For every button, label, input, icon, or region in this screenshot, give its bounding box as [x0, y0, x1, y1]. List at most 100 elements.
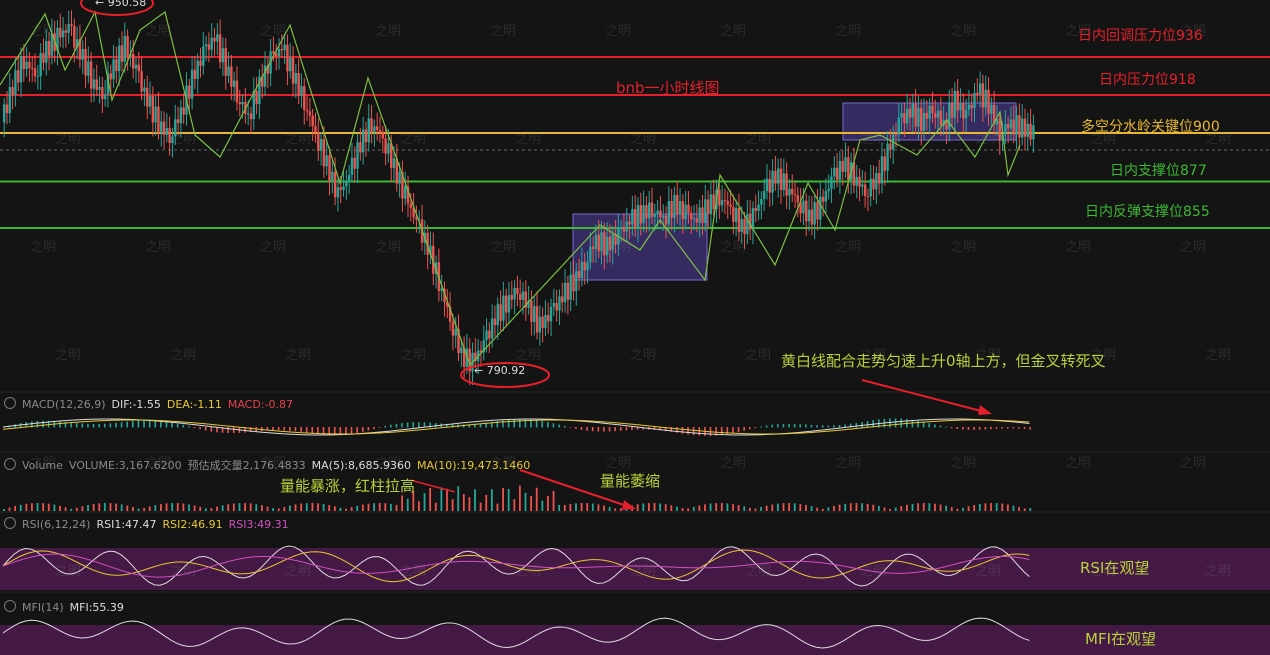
- candle-body: [785, 173, 788, 196]
- macd-bar: [188, 426, 190, 428]
- annotation-arrow: [409, 479, 456, 493]
- candle-body: [31, 67, 34, 69]
- candle-body: [631, 209, 634, 225]
- watermark-text: 之明: [145, 24, 172, 39]
- candle-body: [230, 66, 233, 87]
- candle-body: [956, 90, 959, 111]
- candle-body: [3, 104, 6, 123]
- volume-bar: [423, 493, 426, 511]
- volume-bar: [760, 507, 762, 511]
- volume-bar: [188, 504, 190, 511]
- candle-body: [841, 160, 844, 172]
- volume-bar: [692, 506, 695, 511]
- volume-bar: [283, 506, 286, 511]
- candle-body: [112, 59, 115, 80]
- candle-body: [1029, 123, 1032, 140]
- mfi-value: MFI:55.39: [69, 601, 124, 614]
- macd-bar: [182, 424, 185, 428]
- candle-body: [802, 200, 805, 214]
- macd-bar: [143, 420, 145, 428]
- candle-body: [109, 73, 112, 80]
- volume-bar: [636, 504, 639, 511]
- watermark-text: 之明: [975, 564, 1002, 579]
- macd-bar: [547, 421, 549, 428]
- volume-bar: [238, 503, 241, 511]
- candle-body: [303, 86, 306, 110]
- volume-header[interactable]: Volume VOLUME:3,167.6200 预估成交量2,176.4833 MA…: [4, 457, 536, 473]
- candle-body: [577, 271, 581, 279]
- candle-body: [359, 142, 362, 153]
- volume-pred: 预估成交量2,176.4833: [187, 459, 306, 472]
- candle-body: [207, 44, 211, 50]
- volume-bar: [255, 504, 258, 511]
- candle-body: [976, 92, 979, 95]
- macd-bar: [805, 424, 807, 428]
- volume-bar: [384, 503, 387, 511]
- mfi-header[interactable]: MFI(14) MFI:55.39: [4, 600, 130, 614]
- candle-body: [670, 201, 673, 218]
- macd-bar: [541, 420, 544, 428]
- watermark-text: 之明: [285, 132, 312, 147]
- volume-bar: [339, 507, 342, 511]
- macd-bar: [939, 425, 942, 428]
- macd-bar: [199, 427, 201, 430]
- candle-body: [706, 199, 710, 215]
- watermark-text: 之明: [30, 24, 57, 39]
- watermark-text: 之明: [720, 240, 747, 255]
- watermark-text: 之明: [835, 24, 862, 39]
- volume-bar: [137, 508, 140, 511]
- macd-bar: [75, 423, 78, 428]
- arrowhead: [978, 405, 992, 415]
- candle-body: [490, 318, 494, 339]
- volume-bar: [911, 503, 914, 511]
- candle-body: [594, 234, 598, 250]
- volume-bar: [608, 506, 611, 511]
- macd-header[interactable]: MACD(12,26,9) DIF:-1.55 DEA:-1.11 MACD:-0.8…: [4, 397, 299, 411]
- volume-bar: [765, 505, 768, 511]
- watermark-text: 之明: [1205, 564, 1232, 579]
- candle-body: [740, 219, 743, 232]
- candle-body: [934, 113, 937, 118]
- candle-body: [507, 295, 511, 313]
- candle-body: [210, 37, 213, 50]
- rsi-header[interactable]: RSI(6,12,24) RSI1:47.47 RSI2:46.91 RSI3:49.…: [4, 517, 295, 531]
- candle-body: [1004, 123, 1007, 135]
- volume-bar: [889, 508, 891, 511]
- macd-bar: [558, 424, 560, 428]
- volume-bar: [31, 503, 33, 511]
- level-label-900: 多空分水岭关键位900: [1081, 119, 1220, 135]
- candle-body: [737, 208, 741, 232]
- candle-body: [39, 53, 42, 76]
- candle-body: [636, 205, 640, 228]
- watermark-text: 之明: [170, 564, 197, 579]
- bell-icon[interactable]: [4, 517, 16, 529]
- volume-bar: [642, 503, 645, 511]
- candle-body: [182, 107, 185, 115]
- candle-body: [381, 132, 384, 139]
- candle-body: [454, 329, 457, 336]
- volume-bar: [743, 506, 746, 511]
- bell-icon[interactable]: [4, 458, 16, 470]
- volume-bar: [934, 503, 936, 511]
- bell-icon[interactable]: [4, 600, 16, 612]
- candle-body: [499, 304, 502, 321]
- candle-body: [235, 80, 239, 103]
- candle-body: [87, 61, 90, 76]
- macd-bar: [855, 422, 858, 428]
- candle-body: [81, 48, 84, 60]
- candle-body: [774, 170, 777, 184]
- volume-bar: [990, 503, 992, 511]
- watermark-text: 之明: [1065, 240, 1092, 255]
- candle-body: [460, 347, 463, 354]
- candle-body: [583, 262, 586, 271]
- candle-body: [519, 294, 522, 300]
- candle-body: [308, 111, 312, 116]
- macd-bar: [81, 423, 84, 428]
- macd-bar: [378, 427, 381, 428]
- candle-body: [538, 316, 542, 333]
- bell-icon[interactable]: [4, 397, 16, 409]
- volume-bar: [406, 498, 409, 511]
- candle-body: [813, 202, 816, 225]
- volume-bar: [227, 504, 230, 511]
- volume-bar: [53, 504, 56, 511]
